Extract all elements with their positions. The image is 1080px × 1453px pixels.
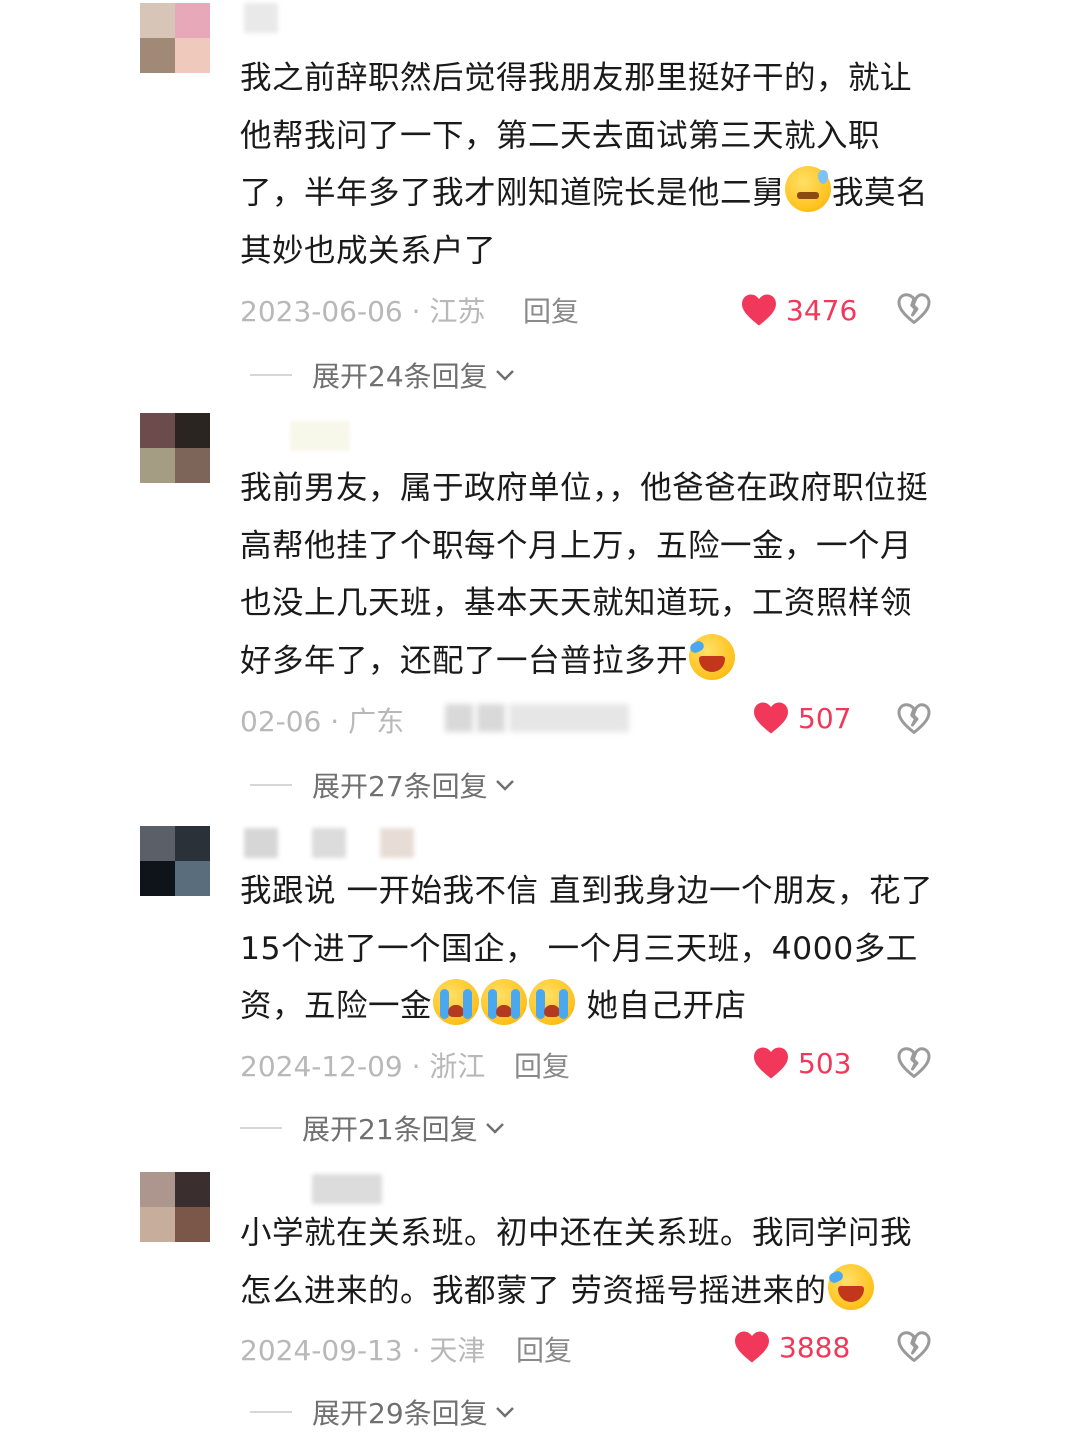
- broken-heart-icon[interactable]: [896, 291, 932, 327]
- like-button[interactable]: 3476: [740, 290, 857, 330]
- divider: [250, 1411, 292, 1413]
- broken-heart-icon[interactable]: [896, 1045, 932, 1081]
- like-count: 503: [798, 1046, 852, 1080]
- like-button[interactable]: 507: [752, 698, 851, 738]
- comment-text: 我前男友，属于政府单位，，他爸爸在政府职位挺高帮他挂了个职每个月上万，五险一金，…: [240, 470, 929, 680]
- comment-date-location: 2023-06-06 · 江苏: [240, 295, 486, 328]
- like-count: 3888: [779, 1330, 851, 1364]
- laugh-cry-emoji: [827, 1263, 874, 1310]
- heart-icon: [742, 294, 776, 326]
- laugh-cry-emoji: [688, 633, 736, 680]
- comment-text: 我跟说 一开始我不信 直到我身边一个朋友，花了15个进了一个国企， 一个月三天班…: [240, 873, 934, 1025]
- reply-button[interactable]: [445, 704, 629, 734]
- expand-replies-button[interactable]: 展开27条回复: [250, 765, 516, 805]
- divider: [240, 1127, 282, 1129]
- comment-date-location: 2024-09-13 · 天津: [240, 1334, 486, 1367]
- expand-replies-button[interactable]: 展开29条回复: [250, 1392, 516, 1432]
- username[interactable]: [244, 3, 278, 37]
- expand-replies-button[interactable]: 展开21条回复: [240, 1108, 506, 1148]
- broken-heart-icon[interactable]: [896, 1329, 932, 1365]
- divider: [250, 784, 292, 786]
- like-button[interactable]: 3888: [733, 1327, 850, 1367]
- like-button[interactable]: 503: [752, 1043, 851, 1083]
- chevron-down-icon: [485, 1123, 504, 1134]
- comment-date-location: 2024-12-09 · 浙江: [240, 1050, 486, 1083]
- expand-replies-label: 展开29条回复: [312, 1397, 488, 1430]
- expand-replies-label: 展开21条回复: [302, 1113, 478, 1146]
- expand-replies-label: 展开27条回复: [312, 770, 488, 803]
- comment-text: 小学就在关系班。初中还在关系班。我同学问我怎么进来的。我都蒙了 劳资摇号摇进来的: [240, 1215, 913, 1310]
- divider: [250, 374, 292, 376]
- loudly-crying-emoji: [433, 979, 480, 1025]
- avatar[interactable]: [140, 1172, 210, 1242]
- heart-icon: [754, 702, 788, 734]
- reply-button[interactable]: 回复: [514, 1045, 570, 1085]
- like-count: 507: [798, 701, 852, 735]
- expand-replies-label: 展开24条回复: [312, 360, 488, 393]
- comment-list: 我之前辞职然后觉得我朋友那里挺好干的，就让他帮我问了一下，第二天去面试第三天就入…: [0, 0, 1080, 1453]
- heart-icon: [735, 1331, 769, 1363]
- username[interactable]: [244, 828, 414, 862]
- loudly-crying-emoji: [529, 979, 576, 1025]
- chevron-down-icon: [495, 1407, 514, 1418]
- heart-icon: [754, 1047, 788, 1079]
- comment-text: 我之前辞职然后觉得我朋友那里挺好干的，就让他帮我问了一下，第二天去面试第三天就入…: [240, 60, 929, 269]
- reply-button[interactable]: 回复: [523, 290, 579, 330]
- comment-date-location: 02-06 · 广东: [240, 705, 405, 738]
- reply-button[interactable]: 回复: [516, 1329, 572, 1369]
- broken-heart-icon[interactable]: [896, 701, 932, 737]
- username[interactable]: [312, 1174, 382, 1208]
- chevron-down-icon: [495, 370, 514, 381]
- expand-replies-button[interactable]: 展开24条回复: [250, 355, 516, 395]
- username[interactable]: [290, 421, 350, 455]
- avatar[interactable]: [140, 826, 210, 896]
- avatar[interactable]: [140, 413, 210, 483]
- nervous-sweat-emoji: [785, 166, 832, 212]
- like-count: 3476: [786, 293, 858, 327]
- chevron-down-icon: [495, 780, 514, 791]
- loudly-crying-emoji: [481, 979, 528, 1025]
- avatar[interactable]: [140, 3, 210, 73]
